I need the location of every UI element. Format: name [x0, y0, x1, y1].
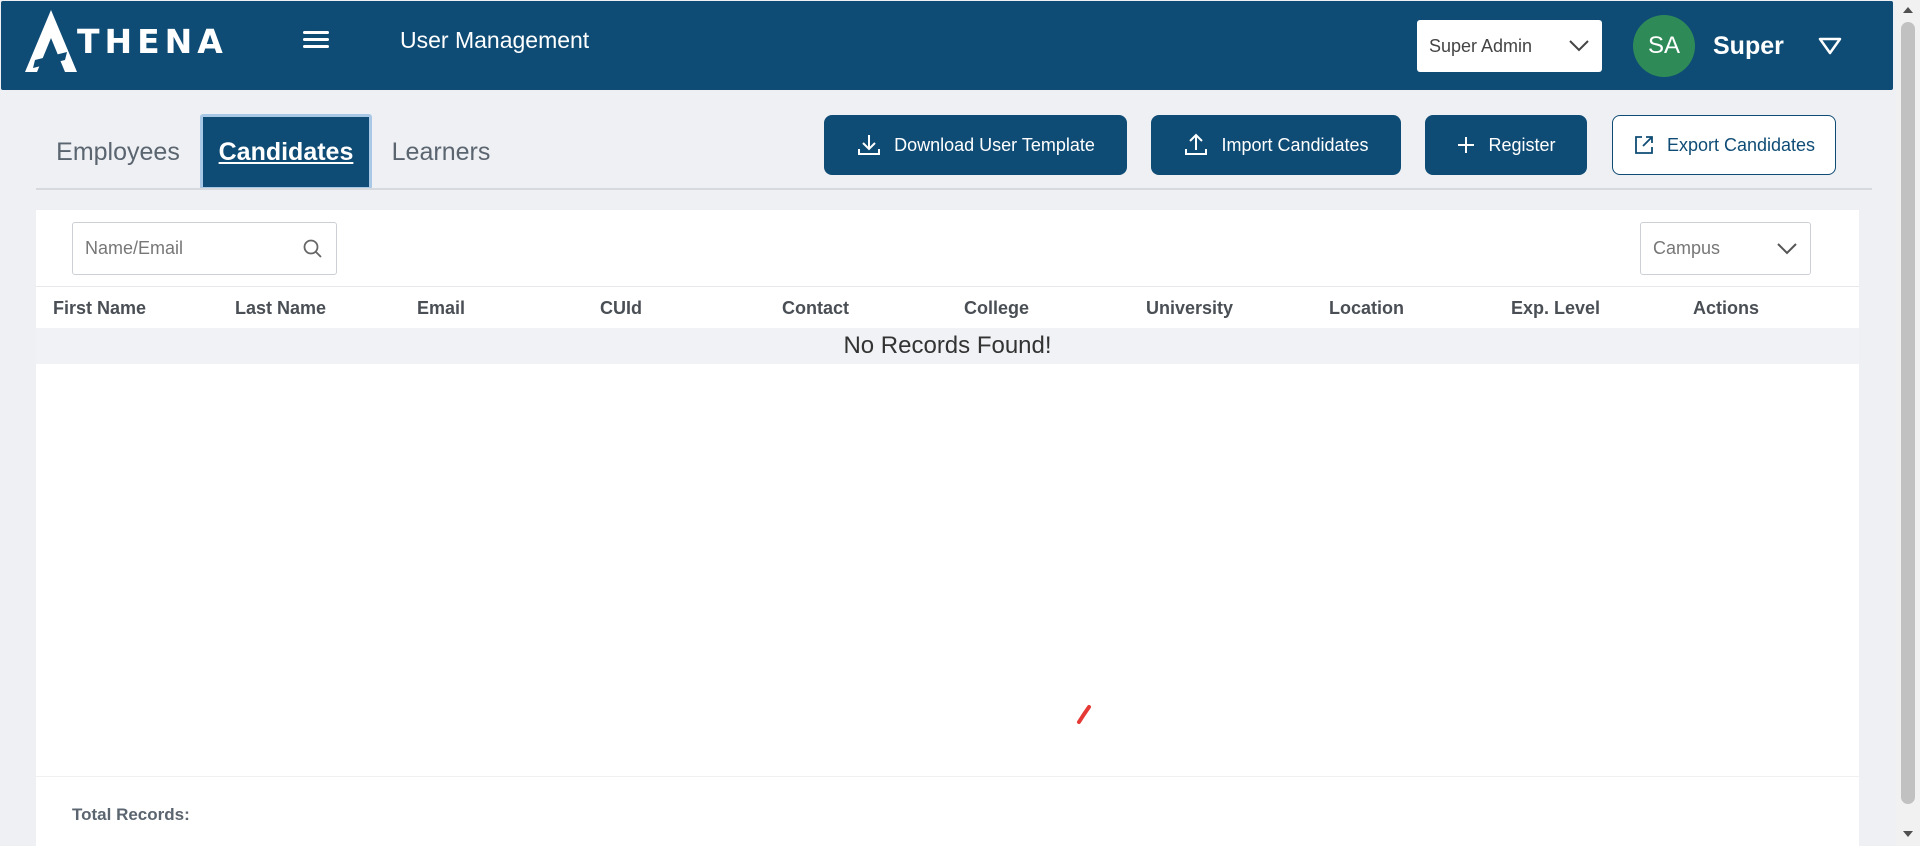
register-label: Register — [1488, 134, 1556, 155]
column-header-location[interactable]: Location — [1329, 298, 1404, 319]
logo-a-mark-icon — [25, 10, 77, 72]
plus-icon — [1458, 137, 1475, 153]
tab-learners[interactable]: Learners — [388, 114, 494, 190]
chevron-down-icon — [1569, 40, 1589, 52]
campus-select[interactable]: Campus — [1640, 222, 1811, 275]
download-template-label: Download User Template — [894, 134, 1095, 155]
user-name[interactable]: Super — [1713, 32, 1784, 61]
export-candidates-label: Export Candidates — [1666, 134, 1816, 155]
spinner-icon — [1077, 705, 1091, 724]
avatar[interactable]: SA — [1633, 15, 1695, 77]
register-button[interactable]: Register — [1425, 115, 1587, 175]
role-select[interactable]: Super Admin — [1417, 20, 1602, 72]
logo-text: THENA — [77, 21, 228, 61]
scroll-down-arrow-icon[interactable] — [1903, 831, 1913, 837]
athena-logo[interactable]: THENA — [25, 9, 228, 73]
import-candidates-button[interactable]: Import Candidates — [1151, 115, 1401, 175]
tabs-divider — [36, 188, 1872, 190]
empty-state-message: No Records Found! — [36, 328, 1859, 364]
upload-icon — [1185, 133, 1208, 155]
caret-down-icon[interactable] — [1817, 35, 1843, 57]
tab-candidates[interactable]: Candidates — [200, 114, 372, 190]
chevron-down-icon — [1777, 242, 1797, 254]
scroll-up-arrow-icon[interactable] — [1903, 7, 1913, 13]
page-scrollbar[interactable] — [1896, 0, 1920, 846]
page-title: User Management — [400, 27, 590, 53]
search-input[interactable] — [85, 238, 302, 259]
column-header-actions: Actions — [1693, 298, 1760, 318]
candidates-panel: Campus First Name Last Name Email CUId C… — [36, 210, 1859, 846]
scrollbar-thumb[interactable] — [1901, 22, 1915, 804]
tab-employees[interactable]: Employees — [48, 114, 188, 190]
column-header-first-name[interactable]: First Name — [53, 298, 146, 319]
column-header-contact[interactable]: Contact — [782, 298, 849, 319]
table-footer: Total Records: — [36, 776, 1859, 846]
download-icon — [858, 135, 881, 155]
campus-select-value: Campus — [1653, 238, 1721, 258]
column-header-college[interactable]: College — [964, 298, 1029, 319]
hamburger-icon — [303, 31, 329, 34]
column-header-last-name[interactable]: Last Name — [235, 298, 326, 319]
hamburger-menu-button[interactable] — [301, 27, 331, 53]
column-header-exp-level[interactable]: Exp. Level — [1511, 298, 1600, 319]
top-app-bar: THENA User Management Super Admin SA Sup… — [1, 1, 1893, 90]
search-icon[interactable] — [302, 238, 324, 260]
column-header-cuid[interactable]: CUId — [600, 298, 642, 319]
total-records-label: Total Records: — [72, 805, 190, 824]
role-select-value: Super Admin — [1429, 35, 1533, 56]
column-header-email[interactable]: Email — [417, 298, 465, 319]
column-header-university[interactable]: University — [1146, 298, 1233, 319]
download-template-button[interactable]: Download User Template — [824, 115, 1127, 175]
import-candidates-label: Import Candidates — [1221, 134, 1369, 155]
search-box[interactable] — [72, 222, 337, 275]
hamburger-icon-bar — [303, 38, 329, 41]
external-link-icon — [1635, 136, 1653, 154]
export-candidates-button[interactable]: Export Candidates — [1612, 115, 1836, 175]
table-header: First Name Last Name Email CUId Contact … — [36, 286, 1859, 328]
hamburger-icon-bar — [303, 45, 329, 48]
